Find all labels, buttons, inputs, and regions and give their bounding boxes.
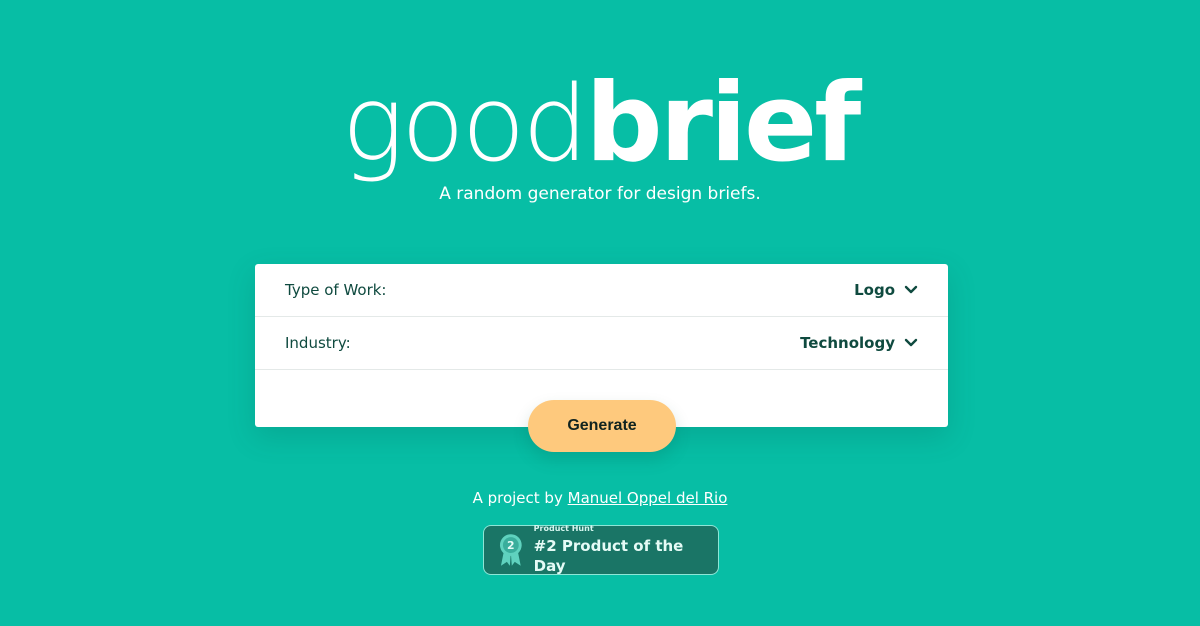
industry-row: Industry: Technology	[255, 317, 948, 370]
type-of-work-value: Logo	[854, 281, 895, 299]
logo: goodbrief	[0, 61, 1200, 186]
credit-line: A project by Manuel Oppel del Rio	[0, 486, 1200, 510]
product-hunt-badge[interactable]: 2 Product Hunt #2 Product of the Day	[483, 524, 719, 576]
type-of-work-select[interactable]: Logo	[854, 281, 918, 299]
chevron-down-icon	[904, 338, 918, 347]
badge-text: Product Hunt #2 Product of the Day	[534, 524, 718, 576]
generate-button[interactable]: Generate	[528, 400, 676, 452]
logo-brief: brief	[585, 61, 861, 186]
credit-prefix: A project by	[472, 489, 563, 507]
tagline: A random generator for design briefs.	[439, 184, 761, 204]
industry-value: Technology	[800, 334, 895, 352]
chevron-down-icon	[904, 285, 918, 294]
industry-select[interactable]: Technology	[800, 334, 918, 352]
badge-title: #2 Product of the Day	[533, 537, 684, 575]
type-of-work-row: Type of Work: Logo	[255, 264, 948, 317]
type-of-work-label: Type of Work:	[285, 281, 387, 299]
logo-good: good	[341, 63, 589, 185]
industry-label: Industry:	[285, 334, 351, 352]
medal-rank: 2	[507, 539, 515, 552]
medal-icon: 2	[499, 534, 522, 566]
badge-small-text: Product Hunt	[533, 524, 594, 533]
author-link[interactable]: Manuel Oppel del Rio	[568, 489, 728, 507]
